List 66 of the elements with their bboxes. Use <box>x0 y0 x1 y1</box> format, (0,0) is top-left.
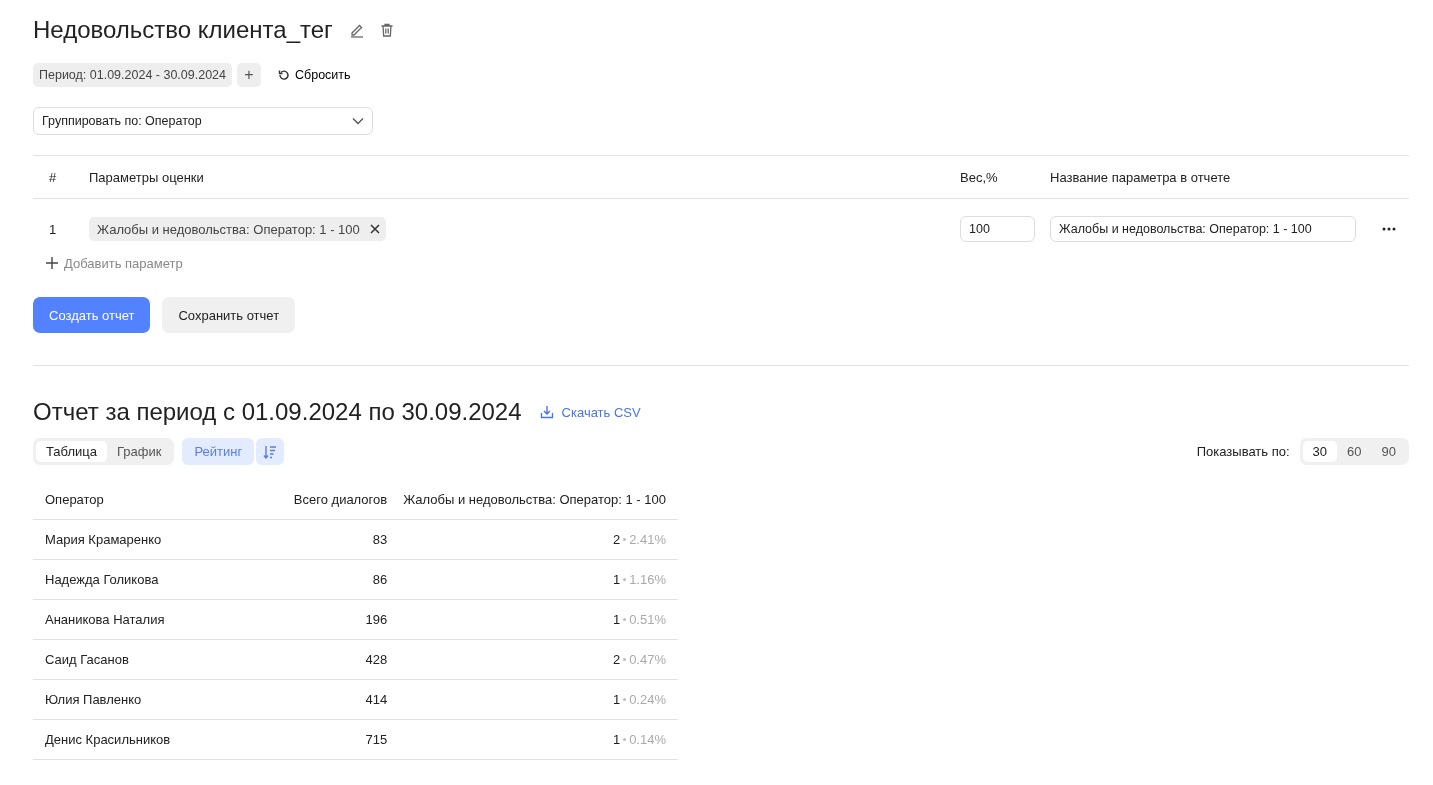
close-icon[interactable] <box>369 224 380 234</box>
create-report-button[interactable]: Создать отчет <box>33 297 151 333</box>
sort-icon <box>263 444 278 459</box>
view-tab[interactable]: График <box>107 441 172 462</box>
separator-dot <box>623 578 627 581</box>
download-icon <box>539 405 554 419</box>
page-size-option[interactable]: 30 <box>1302 441 1338 462</box>
separator-dot <box>623 538 627 541</box>
separator-dot <box>623 738 627 741</box>
column-header: Вес,% <box>960 169 999 185</box>
column-header: Всего диалогов <box>281 479 396 520</box>
share-text: 0.14% <box>629 732 666 747</box>
parameter-name-input[interactable]: Жалобы и недовольства: Оператор: 1 - 100 <box>1050 216 1356 242</box>
count-text: 2 <box>612 652 621 667</box>
count-text: 2 <box>612 532 621 547</box>
add-filter-button[interactable]: + <box>237 63 262 87</box>
separator-dot <box>623 658 627 661</box>
group-by-select[interactable]: Группировать по: Оператор <box>33 107 373 135</box>
column-header: # <box>48 169 58 185</box>
download-csv-link[interactable]: Скачать CSV <box>539 404 641 420</box>
page-title: Недовольство клиента_тег <box>33 16 333 44</box>
total-cell: 86 <box>281 559 396 600</box>
share-text: 0.51% <box>629 612 666 627</box>
column-header: Название параметра в отчете <box>1050 169 1232 185</box>
separator-dot <box>623 618 627 621</box>
report-title: Отчет за период с 01.09.2024 по 30.09.2024 <box>33 398 522 426</box>
column-header: Оператор <box>33 479 282 520</box>
total-cell: 715 <box>281 719 396 760</box>
operator-cell: Денис Красильников <box>33 719 282 760</box>
save-report-button[interactable]: Сохранить отчет <box>162 297 296 333</box>
count-text: 1 <box>612 572 621 587</box>
reset-button[interactable]: Сбросить <box>274 63 355 87</box>
operator-cell: Мария Крамаренко <box>33 519 282 560</box>
operator-cell: Ананикова Наталия <box>33 599 282 640</box>
count-text: 1 <box>612 732 621 747</box>
reset-icon <box>278 69 291 81</box>
sort-button[interactable] <box>256 438 285 465</box>
count-text: 1 <box>612 612 621 627</box>
count-text: 1 <box>612 692 621 707</box>
period-filter[interactable]: Период: 01.09.2024 - 30.09.2024 <box>33 63 233 87</box>
total-cell: 428 <box>281 639 396 680</box>
page-size-option[interactable]: 60 <box>1337 441 1372 462</box>
operator-cell: Надежда Голикова <box>33 559 282 600</box>
edit-icon[interactable] <box>348 22 365 38</box>
page-size-label: Показывать по: <box>1196 444 1290 459</box>
column-header: Параметры оценки <box>89 169 205 185</box>
weight-input[interactable]: 100 <box>960 216 1035 242</box>
operator-cell: Юлия Павленко <box>33 679 282 720</box>
separator-dot <box>623 698 627 701</box>
add-parameter-link[interactable]: Добавить параметр <box>33 253 183 273</box>
total-cell: 414 <box>281 679 396 720</box>
share-text: 1.16% <box>629 572 666 587</box>
total-cell: 83 <box>281 519 396 560</box>
row-number: 1 <box>48 221 58 237</box>
plus-icon <box>46 257 58 269</box>
operator-cell: Саид Гасанов <box>33 639 282 680</box>
share-text: 2.41% <box>629 532 666 547</box>
column-header: Жалобы и недовольства: Оператор: 1 - 100 <box>395 479 678 520</box>
share-text: 0.47% <box>629 652 666 667</box>
total-cell: 196 <box>281 599 396 640</box>
share-text: 0.24% <box>629 692 666 707</box>
parameter-tag: Жалобы и недовольства: Оператор: 1 - 100 <box>89 217 386 241</box>
view-tab[interactable]: Таблица <box>36 441 107 462</box>
chevron-down-icon <box>352 117 364 125</box>
page-size-option[interactable]: 90 <box>1371 441 1406 462</box>
more-icon[interactable] <box>1382 227 1396 231</box>
